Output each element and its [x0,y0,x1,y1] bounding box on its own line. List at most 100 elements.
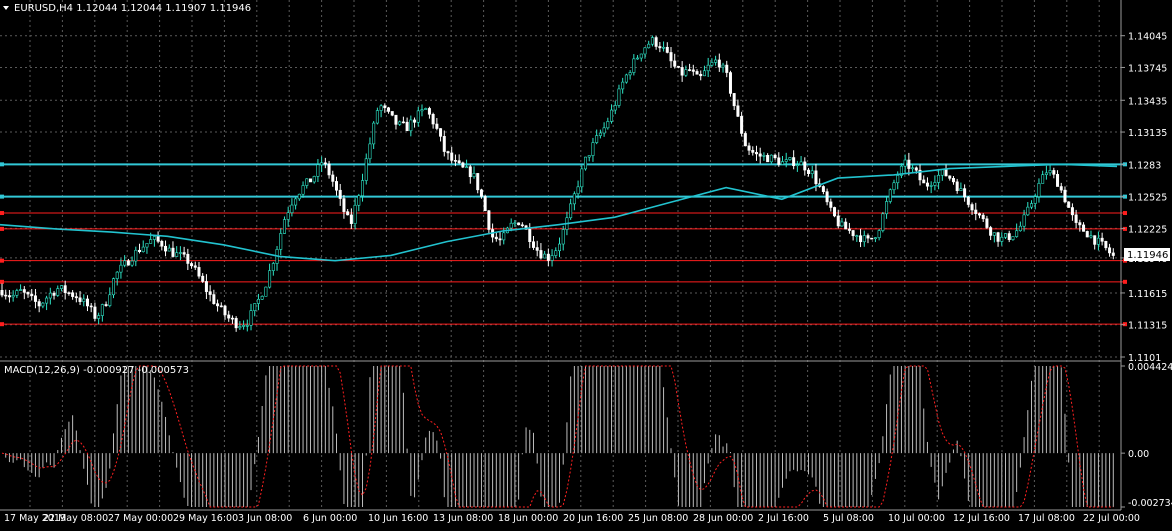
candle-body [963,188,967,198]
candle-body [1037,183,1041,197]
candle-body [112,278,116,296]
candle-body [914,167,918,171]
candle-body [383,105,387,109]
candle-body [1108,247,1112,254]
chart-canvas[interactable]: 1.14045 1.13745 1.13435 1.13135 1.1283 1.1252… [0,0,1172,527]
candle-body [769,154,773,163]
candle-body [885,201,889,215]
candle-body [282,219,286,234]
candle-body [416,110,420,123]
candle-body [736,105,740,117]
candle-body [420,109,424,112]
candle-body [390,111,394,116]
candle-body [1074,214,1078,223]
candle-body [788,157,792,160]
candle-body [487,210,491,230]
candle-body [152,236,156,240]
level-handle-left[interactable] [0,322,4,327]
candle-body [59,285,63,289]
candle-body [405,121,409,132]
candle-body [212,294,216,304]
triangle-down-icon[interactable] [3,6,9,10]
candle-body [509,222,513,229]
time-axis[interactable]: 17 May 201922 May 08:00 27 May 00:00 29 Ma… [4,513,1140,524]
candle-body [37,301,41,307]
candle-body [1044,172,1048,176]
candle-body [1078,222,1082,226]
candle-body [30,293,34,297]
candle-body [119,264,123,273]
candle-body [305,178,309,186]
candle-body [115,271,119,279]
level-handle-left[interactable] [0,226,4,231]
candle-body [606,121,610,129]
candle-body [290,204,294,213]
candle-body [141,246,145,253]
candle-body [866,235,870,239]
candle-body [732,93,736,107]
candle-body [933,182,937,186]
candle-body [665,46,669,53]
candle-body [911,167,915,170]
time-tick-label: 10 Jun 16:00 [368,513,428,524]
candle-body [539,250,543,259]
level-handle-left[interactable] [0,279,4,284]
macd-axis[interactable]: 0.004424 0.00 -0.002734 [1121,362,1172,509]
level-handle-left[interactable] [0,258,4,263]
candle-body [520,224,524,227]
candle-body [19,289,23,291]
time-tick-label: 12 Jul 16:00 [953,513,1010,524]
level-handle-left[interactable] [0,194,4,199]
time-tick-label: 28 Jun 00:00 [693,513,753,524]
candle-body [1022,214,1026,227]
candle-body [702,70,706,77]
level-handle-left[interactable] [0,162,4,167]
candle-body [375,110,379,124]
level-handle-right[interactable] [1123,211,1127,216]
candle-body [628,72,632,76]
candle-body [1093,235,1097,245]
candle-body [810,170,814,174]
candle-body [591,142,595,156]
candle-body [862,235,866,243]
candle-body [427,108,431,115]
candle-body [974,209,978,214]
candle-body [476,173,480,191]
candle-body [387,107,391,112]
candle-body [100,304,104,316]
candle-body [361,180,365,196]
level-handle-right[interactable] [1123,322,1127,327]
candle-body [714,59,718,63]
candle-body [955,181,959,191]
candle-body [323,162,327,165]
price-axis[interactable]: 1.14045 1.13745 1.13435 1.13135 1.1283 1.1252… [1121,32,1167,364]
candle-body [130,260,134,266]
candle-body [178,252,182,254]
candle-body [446,151,450,154]
candle-body [294,198,298,206]
candle-body [435,123,439,129]
candle-body [465,166,469,169]
candle-body [219,305,223,308]
candle-body [859,235,863,243]
candle-body [680,67,684,76]
level-handle-left[interactable] [0,211,4,216]
candle-body [1000,236,1004,242]
candle-body [985,218,989,228]
candle-body [442,136,446,152]
price-tick-label: 1.13435 [1128,96,1167,107]
candle-body [349,214,353,224]
level-handle-right[interactable] [1123,279,1127,284]
candle-body [647,43,651,49]
candle-body [394,114,398,125]
candle-body [773,154,777,159]
candle-body [981,214,985,220]
level-handle-right[interactable] [1123,226,1127,231]
candle-body [439,128,443,137]
candle-body [691,69,695,72]
candle-body [751,150,755,153]
candle-body [814,170,818,185]
candle-body [617,88,621,106]
candle-body [85,298,89,307]
chart-window[interactable]: 1.14045 1.13745 1.13435 1.13135 1.1283 1.1252… [0,0,1172,527]
